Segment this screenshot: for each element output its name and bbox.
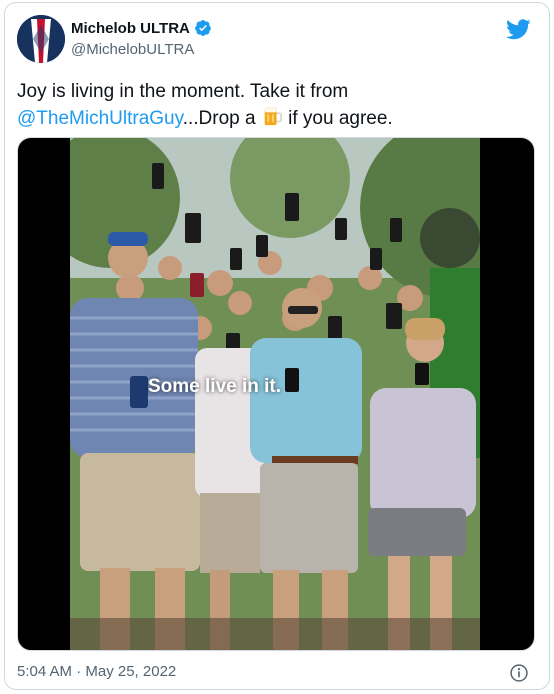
tweet-card[interactable]: Michelob ULTRA @MichelobULTRA Joy is liv… xyxy=(4,2,550,690)
display-name[interactable]: Michelob ULTRA xyxy=(71,20,190,37)
video-caption: Some live in it. xyxy=(148,376,282,397)
account-handle[interactable]: @MichelobULTRA xyxy=(71,41,194,58)
video-player[interactable]: Some live in it. xyxy=(17,137,535,651)
tweet-text: Joy is living in the moment. Take it fro… xyxy=(17,79,537,132)
twitter-bird-icon[interactable] xyxy=(506,19,531,40)
tweet-text-line1: Joy is living in the moment. Take it fro… xyxy=(17,81,349,102)
verified-badge-icon xyxy=(195,20,211,36)
avatar[interactable] xyxy=(17,15,65,63)
info-icon[interactable] xyxy=(509,663,529,683)
tweet-text-end: if you agree. xyxy=(288,108,393,129)
tweet-text-middle: ...Drop a xyxy=(182,108,256,129)
mention-link[interactable]: @TheMichUltraGuy xyxy=(17,108,183,129)
beer-mug-emoji xyxy=(264,107,282,126)
tweet-timestamp[interactable]: 5:04 AM · May 25, 2022 xyxy=(17,663,176,680)
